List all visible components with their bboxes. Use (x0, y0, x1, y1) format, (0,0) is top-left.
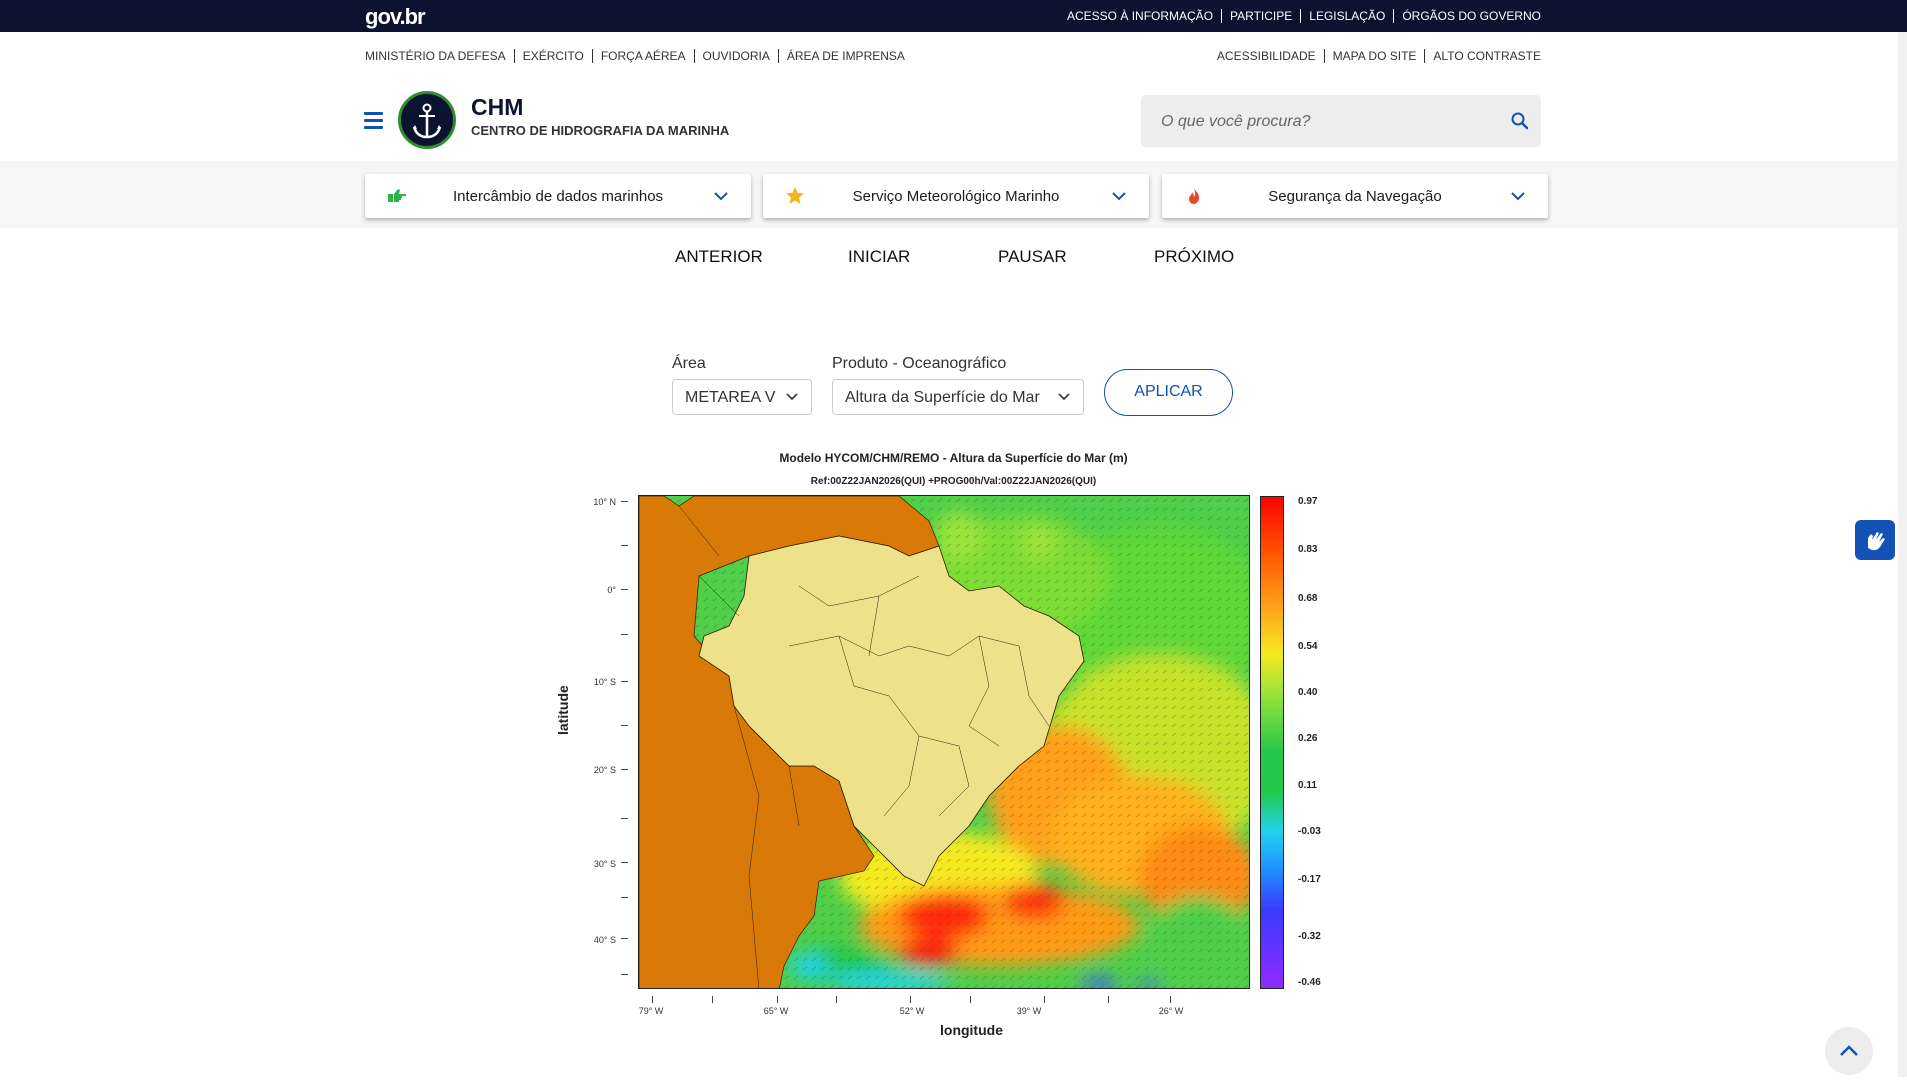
lat-tick (621, 862, 628, 863)
colorbar-label: 0.83 (1298, 544, 1318, 555)
link-orgaos-governo[interactable]: ÓRGÃOS DO GOVERNO (1393, 9, 1541, 23)
y-axis-title: latitude (555, 685, 571, 735)
link-ouvidoria[interactable]: OUVIDORIA (693, 49, 778, 63)
product-select[interactable]: Altura da Superfície do Mar (832, 379, 1084, 415)
lon-label: 26° W (1158, 1006, 1184, 1016)
hamburger-icon[interactable] (364, 112, 383, 133)
link-acesso-informacao[interactable]: ACESSO À INFORMAÇÃO (1059, 9, 1221, 23)
lat-label: 10° N (593, 497, 616, 507)
colorbar-label: 0.68 (1298, 593, 1318, 604)
lon-tick (836, 996, 837, 1003)
colorbar-label: 0.26 (1298, 733, 1318, 744)
colorbar-label: 0.11 (1298, 780, 1317, 791)
menu-label: Intercâmbio de dados marinhos (452, 188, 664, 205)
area-select-value: METAREA V (685, 389, 776, 406)
link-alto-contraste[interactable]: ALTO CONTRASTE (1424, 49, 1541, 63)
site-subtitle: CENTRO DE HIDROGRAFIA DA MARINHA (471, 123, 730, 138)
link-exercito[interactable]: EXÉRCITO (513, 49, 592, 63)
lat-tick (621, 634, 628, 635)
lat-tick (621, 545, 628, 546)
x-axis-title: longitude (940, 1022, 1003, 1038)
link-forca-aerea[interactable]: FORÇA AÉREA (591, 49, 694, 63)
lat-tick (621, 681, 628, 682)
search-icon[interactable] (1509, 110, 1531, 132)
start-button[interactable]: INICIAR (848, 247, 910, 267)
lat-label: 30° S (593, 859, 616, 869)
colorbar (1260, 496, 1284, 989)
lon-tick (1044, 996, 1045, 1003)
lat-tick (621, 818, 628, 819)
product-select-value: Altura da Superfície do Mar (845, 389, 1040, 406)
pause-button[interactable]: PAUSAR (998, 247, 1067, 267)
figure-title: Modelo HYCOM/CHM/REMO - Altura da Superf… (779, 451, 1128, 465)
lon-tick (970, 996, 971, 1003)
sea-surface-height-map (638, 495, 1250, 989)
lon-tick (910, 996, 911, 1003)
lat-tick (621, 501, 628, 502)
colorbar-label: 0.97 (1298, 496, 1318, 507)
menu-intercambio-dados[interactable]: Intercâmbio de dados marinhos (365, 174, 751, 218)
link-participe[interactable]: PARTICIPE (1221, 9, 1300, 23)
previous-button[interactable]: ANTERIOR (675, 247, 763, 267)
lon-tick (777, 996, 778, 1003)
lat-tick (621, 897, 628, 898)
link-ministerio-defesa[interactable]: MINISTÉRIO DA DEFESA (365, 49, 514, 63)
menu-seguranca-navegacao[interactable]: Segurança da Navegação (1162, 174, 1548, 218)
lat-label: 20° S (593, 765, 616, 775)
apply-button[interactable]: APLICAR (1104, 369, 1233, 416)
lat-tick (621, 769, 628, 770)
area-select[interactable]: METAREA V (672, 379, 812, 415)
site-title[interactable]: CHM (471, 94, 523, 121)
colorbar-label: -0.46 (1298, 977, 1321, 988)
scrollbar[interactable] (1898, 32, 1907, 1077)
lat-label: 40° S (593, 935, 616, 945)
colorbar-label: 0.40 (1298, 687, 1318, 698)
chevron-down-icon (713, 188, 729, 204)
colorbar-label: -0.17 (1298, 874, 1321, 885)
lon-tick (712, 996, 713, 1003)
lat-label: 10° S (593, 677, 616, 687)
secondary-nav-right: ACESSIBILIDADE MAPA DO SITE ALTO CONTRAS… (1217, 49, 1541, 63)
sign-language-icon[interactable] (1855, 520, 1895, 560)
anchor-icon[interactable] (398, 91, 456, 149)
search-box (1141, 95, 1541, 147)
chevron-up-icon[interactable] (1825, 1027, 1873, 1075)
link-mapa-site[interactable]: MAPA DO SITE (1323, 49, 1425, 63)
lon-label: 39° W (1016, 1006, 1042, 1016)
search-input[interactable] (1159, 109, 1483, 135)
chevron-down-icon (1057, 390, 1071, 404)
gov-links: ACESSO À INFORMAÇÃO PARTICIPE LEGISLAÇÃO… (1059, 9, 1541, 23)
chevron-down-icon (785, 390, 799, 404)
colorbar-label: -0.32 (1298, 931, 1321, 942)
link-acessibilidade[interactable]: ACESSIBILIDADE (1217, 49, 1324, 63)
lat-tick (621, 589, 628, 590)
menu-servico-meteorologico[interactable]: Serviço Meteorológico Marinho (763, 174, 1149, 218)
menu-label: Serviço Meteorológico Marinho (852, 188, 1060, 205)
link-area-imprensa[interactable]: ÁREA DE IMPRENSA (777, 49, 905, 63)
lon-label: 65° W (763, 1006, 789, 1016)
area-label: Área (672, 355, 706, 372)
lon-tick (1108, 996, 1109, 1003)
colorbar-label: -0.03 (1298, 826, 1321, 837)
link-legislacao[interactable]: LEGISLAÇÃO (1300, 9, 1393, 23)
lat-tick (621, 938, 628, 939)
menu-label: Segurança da Navegação (1268, 188, 1442, 205)
colorbar-label: 0.54 (1298, 641, 1318, 652)
next-button[interactable]: PRÓXIMO (1154, 247, 1234, 267)
lon-label: 79° W (638, 1006, 664, 1016)
secondary-nav-left: MINISTÉRIO DA DEFESA EXÉRCITO FORÇA AÉRE… (365, 49, 905, 63)
lon-tick (1170, 996, 1171, 1003)
lat-tick (621, 725, 628, 726)
product-label: Produto - Oceanográfico (832, 355, 1007, 372)
lon-label: 52° W (899, 1006, 925, 1016)
lat-tick (621, 974, 628, 975)
figure-subtitle: Ref:00Z22JAN2026(QUI) +PROG00h/Val:00Z22… (810, 476, 1097, 487)
gov-topbar: gov.br ACESSO À INFORMAÇÃO PARTICIPE LEG… (0, 0, 1907, 32)
chevron-down-icon (1111, 188, 1127, 204)
lat-label: 0° (607, 585, 616, 595)
lon-tick (652, 996, 653, 1003)
chevron-down-icon (1510, 188, 1526, 204)
govbr-logo[interactable]: gov.br (365, 4, 426, 30)
